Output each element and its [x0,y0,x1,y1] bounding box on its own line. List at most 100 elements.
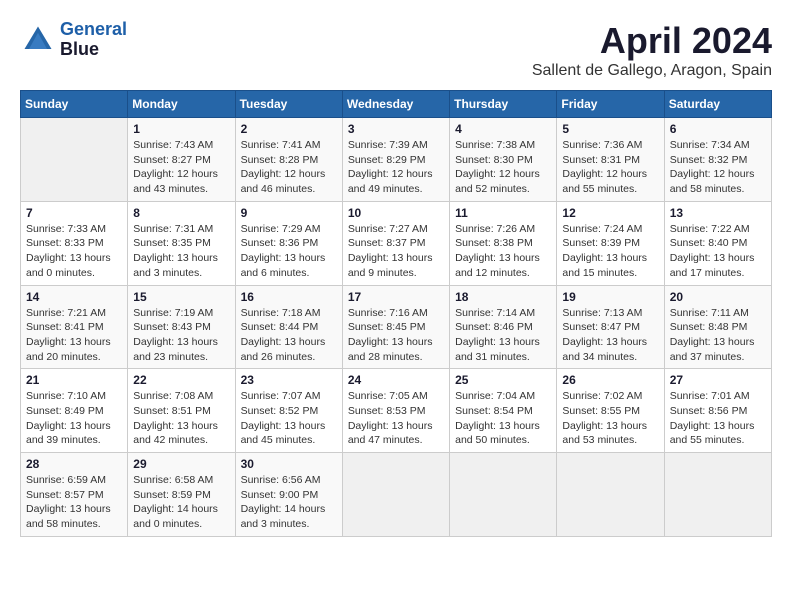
day-info: Sunrise: 7:24 AM Sunset: 8:39 PM Dayligh… [562,222,658,281]
calendar-cell: 20 Sunrise: 7:11 AM Sunset: 8:48 PM Dayli… [664,285,771,369]
day-info: Sunrise: 7:34 AM Sunset: 8:32 PM Dayligh… [670,138,766,197]
day-number: 5 [562,122,658,136]
calendar-cell: 27 Sunrise: 7:01 AM Sunset: 8:56 PM Dayli… [664,369,771,453]
calendar-cell: 15 Sunrise: 7:19 AM Sunset: 8:43 PM Dayli… [128,285,235,369]
calendar-cell: 30 Sunrise: 6:56 AM Sunset: 9:00 PM Dayli… [235,453,342,537]
calendar-cell: 9Sunrise: 7:29 AM Sunset: 8:36 PM Daylig… [235,201,342,285]
calendar-cell: 21 Sunrise: 7:10 AM Sunset: 8:49 PM Dayli… [21,369,128,453]
day-number: 13 [670,206,766,220]
day-info: Sunrise: 7:04 AM Sunset: 8:54 PM Dayligh… [455,389,551,448]
day-info: Sunrise: 7:31 AM Sunset: 8:35 PM Dayligh… [133,222,229,281]
calendar-cell: 1 Sunrise: 7:43 AM Sunset: 8:27 PM Daylig… [128,118,235,202]
day-info: Sunrise: 7:19 AM Sunset: 8:43 PM Dayligh… [133,306,229,365]
weekday-header-thursday: Thursday [450,91,557,118]
day-number: 29 [133,457,229,471]
day-info: Sunrise: 7:39 AM Sunset: 8:29 PM Dayligh… [348,138,444,197]
day-number: 21 [26,373,122,387]
calendar-cell: 26 Sunrise: 7:02 AM Sunset: 8:55 PM Dayli… [557,369,664,453]
calendar-cell: 2 Sunrise: 7:41 AM Sunset: 8:28 PM Daylig… [235,118,342,202]
day-number: 25 [455,373,551,387]
day-info: Sunrise: 7:01 AM Sunset: 8:56 PM Dayligh… [670,389,766,448]
day-number: 2 [241,122,337,136]
calendar-cell: 22Sunrise: 7:08 AM Sunset: 8:51 PM Dayli… [128,369,235,453]
day-number: 23 [241,373,337,387]
weekday-header-monday: Monday [128,91,235,118]
day-number: 26 [562,373,658,387]
calendar-cell: 16 Sunrise: 7:18 AM Sunset: 8:44 PM Dayli… [235,285,342,369]
day-info: Sunrise: 7:16 AM Sunset: 8:45 PM Dayligh… [348,306,444,365]
day-info: Sunrise: 6:58 AM Sunset: 8:59 PM Dayligh… [133,473,229,532]
calendar-cell [557,453,664,537]
day-info: Sunrise: 7:22 AM Sunset: 8:40 PM Dayligh… [670,222,766,281]
calendar-cell: 24Sunrise: 7:05 AM Sunset: 8:53 PM Dayli… [342,369,449,453]
calendar-cell: 6Sunrise: 7:34 AM Sunset: 8:32 PM Daylig… [664,118,771,202]
calendar-subtitle: Sallent de Gallego, Aragon, Spain [532,62,772,80]
day-number: 9 [241,206,337,220]
day-info: Sunrise: 7:14 AM Sunset: 8:46 PM Dayligh… [455,306,551,365]
day-number: 1 [133,122,229,136]
calendar-cell: 12 Sunrise: 7:24 AM Sunset: 8:39 PM Dayli… [557,201,664,285]
day-info: Sunrise: 7:33 AM Sunset: 8:33 PM Dayligh… [26,222,122,281]
day-info: Sunrise: 7:27 AM Sunset: 8:37 PM Dayligh… [348,222,444,281]
calendar-cell: 4Sunrise: 7:38 AM Sunset: 8:30 PM Daylig… [450,118,557,202]
calendar-cell: 25 Sunrise: 7:04 AM Sunset: 8:54 PM Dayli… [450,369,557,453]
day-number: 18 [455,290,551,304]
calendar-cell: 8 Sunrise: 7:31 AM Sunset: 8:35 PM Daylig… [128,201,235,285]
day-number: 3 [348,122,444,136]
calendar-cell [450,453,557,537]
day-number: 8 [133,206,229,220]
day-number: 22 [133,373,229,387]
week-row-3: 14Sunrise: 7:21 AM Sunset: 8:41 PM Dayli… [21,285,772,369]
day-number: 10 [348,206,444,220]
title-section: April 2024 Sallent de Gallego, Aragon, S… [532,20,772,80]
day-info: Sunrise: 7:43 AM Sunset: 8:27 PM Dayligh… [133,138,229,197]
calendar-cell: 5Sunrise: 7:36 AM Sunset: 8:31 PM Daylig… [557,118,664,202]
week-row-4: 21 Sunrise: 7:10 AM Sunset: 8:49 PM Dayli… [21,369,772,453]
calendar-cell: 19Sunrise: 7:13 AM Sunset: 8:47 PM Dayli… [557,285,664,369]
day-number: 15 [133,290,229,304]
day-info: Sunrise: 7:02 AM Sunset: 8:55 PM Dayligh… [562,389,658,448]
logo: General Blue [20,20,127,60]
day-number: 14 [26,290,122,304]
day-number: 16 [241,290,337,304]
calendar-table: SundayMondayTuesdayWednesdayThursdayFrid… [20,90,772,537]
calendar-cell: 18 Sunrise: 7:14 AM Sunset: 8:46 PM Dayli… [450,285,557,369]
calendar-cell: 14Sunrise: 7:21 AM Sunset: 8:41 PM Dayli… [21,285,128,369]
day-info: Sunrise: 7:07 AM Sunset: 8:52 PM Dayligh… [241,389,337,448]
weekday-header-friday: Friday [557,91,664,118]
day-number: 28 [26,457,122,471]
calendar-cell: 11Sunrise: 7:26 AM Sunset: 8:38 PM Dayli… [450,201,557,285]
day-number: 17 [348,290,444,304]
day-info: Sunrise: 6:59 AM Sunset: 8:57 PM Dayligh… [26,473,122,532]
day-info: Sunrise: 7:05 AM Sunset: 8:53 PM Dayligh… [348,389,444,448]
day-info: Sunrise: 6:56 AM Sunset: 9:00 PM Dayligh… [241,473,337,532]
day-number: 20 [670,290,766,304]
day-number: 19 [562,290,658,304]
day-number: 11 [455,206,551,220]
week-row-5: 28 Sunrise: 6:59 AM Sunset: 8:57 PM Dayli… [21,453,772,537]
calendar-title: April 2024 [532,20,772,62]
day-number: 12 [562,206,658,220]
calendar-cell: 29 Sunrise: 6:58 AM Sunset: 8:59 PM Dayli… [128,453,235,537]
calendar-cell: 13 Sunrise: 7:22 AM Sunset: 8:40 PM Dayli… [664,201,771,285]
week-row-1: 1 Sunrise: 7:43 AM Sunset: 8:27 PM Daylig… [21,118,772,202]
weekday-header-wednesday: Wednesday [342,91,449,118]
day-number: 7 [26,206,122,220]
day-info: Sunrise: 7:41 AM Sunset: 8:28 PM Dayligh… [241,138,337,197]
logo-text: General Blue [60,20,127,60]
weekday-header-tuesday: Tuesday [235,91,342,118]
header: General Blue April 2024 Sallent de Galle… [20,20,772,80]
day-number: 4 [455,122,551,136]
calendar-cell: 28 Sunrise: 6:59 AM Sunset: 8:57 PM Dayli… [21,453,128,537]
calendar-cell: 10 Sunrise: 7:27 AM Sunset: 8:37 PM Dayli… [342,201,449,285]
calendar-cell: 17 Sunrise: 7:16 AM Sunset: 8:45 PM Dayli… [342,285,449,369]
calendar-cell: 7 Sunrise: 7:33 AM Sunset: 8:33 PM Daylig… [21,201,128,285]
day-info: Sunrise: 7:11 AM Sunset: 8:48 PM Dayligh… [670,306,766,365]
day-info: Sunrise: 7:10 AM Sunset: 8:49 PM Dayligh… [26,389,122,448]
day-number: 30 [241,457,337,471]
day-info: Sunrise: 7:18 AM Sunset: 8:44 PM Dayligh… [241,306,337,365]
day-number: 27 [670,373,766,387]
week-row-2: 7 Sunrise: 7:33 AM Sunset: 8:33 PM Daylig… [21,201,772,285]
weekday-header-row: SundayMondayTuesdayWednesdayThursdayFrid… [21,91,772,118]
calendar-cell: 3 Sunrise: 7:39 AM Sunset: 8:29 PM Daylig… [342,118,449,202]
